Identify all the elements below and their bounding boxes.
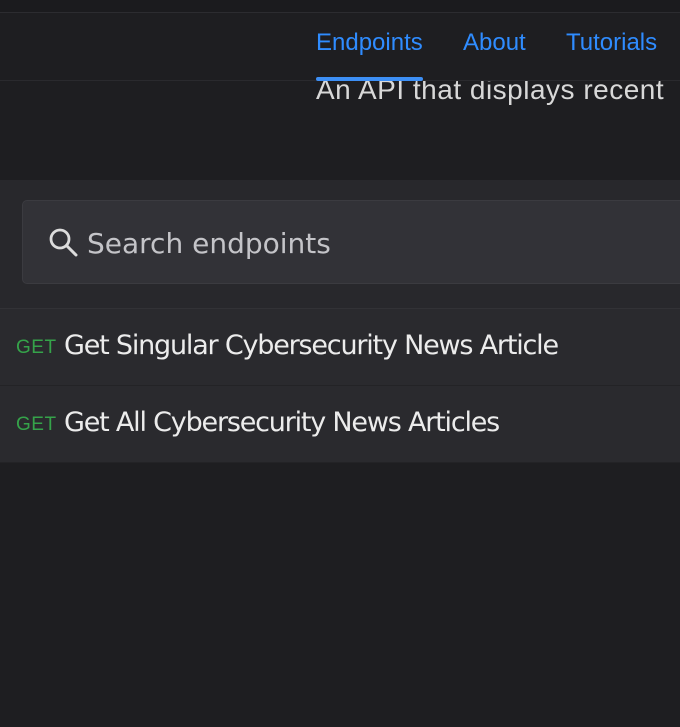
tab-about[interactable]: About [463, 29, 526, 57]
tab-tutorials[interactable]: Tutorials [566, 29, 657, 57]
endpoint-row[interactable]: GET Get Singular Cybersecurity News Arti… [0, 309, 680, 386]
top-strip [0, 0, 680, 13]
search-icon [49, 228, 78, 257]
nav-bar: Endpoints About Tutorials [0, 13, 680, 81]
endpoint-list: GET Get Singular Cybersecurity News Arti… [0, 309, 680, 463]
endpoint-name[interactable]: Get Singular Cybersecurity News Article [64, 330, 559, 361]
endpoint-row[interactable]: GET Get All Cybersecurity News Articles [0, 386, 680, 463]
api-description-area: An API that displays recent [0, 81, 680, 180]
search-box[interactable] [22, 200, 680, 284]
api-description: An API that displays recent [316, 81, 665, 105]
method-badge: GET [16, 337, 57, 358]
method-badge: GET [16, 414, 57, 435]
endpoint-name[interactable]: Get All Cybersecurity News Articles [64, 407, 500, 438]
search-panel [0, 180, 680, 309]
tab-endpoints[interactable]: Endpoints [316, 29, 423, 81]
search-input[interactable] [87, 221, 647, 265]
